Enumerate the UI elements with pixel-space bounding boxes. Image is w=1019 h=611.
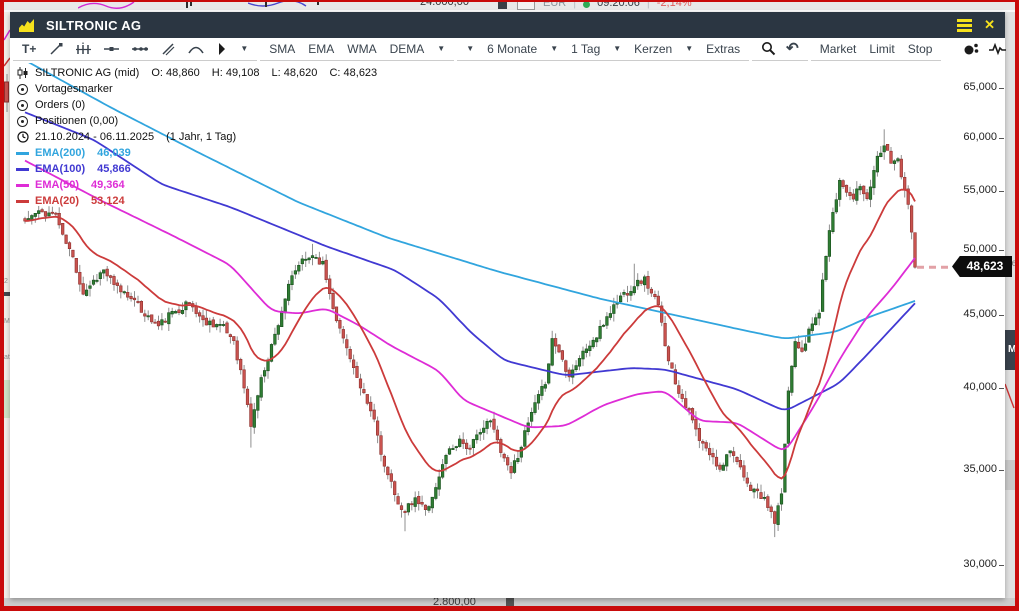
radio-icon — [17, 116, 28, 127]
background-window-right-fragment: de M — [1005, 12, 1015, 598]
dema-button[interactable]: DEMA — [390, 42, 425, 56]
screenshot-frame: 24.000,00 EUR | 09:20:06 | -2,14% 2 MII … — [0, 0, 1019, 611]
app-logo-icon — [18, 18, 36, 33]
red-annotation-border — [0, 0, 1019, 2]
open-value: O: 48,860 — [151, 67, 199, 79]
undo-icon[interactable]: ↶ — [786, 43, 799, 55]
sma-button[interactable]: SMA — [269, 42, 295, 56]
menu-icon[interactable] — [957, 19, 972, 32]
date-range: 21.10.2024 - 06.11.2025 — [35, 131, 154, 143]
market-order-button[interactable]: Market — [820, 42, 857, 56]
background-curve-fragment — [1005, 382, 1015, 412]
text-tool-button[interactable]: T+ — [22, 42, 36, 56]
orders-toggle[interactable]: Orders (0) — [16, 97, 386, 113]
positions-toggle[interactable]: Positionen (0,00) — [16, 113, 386, 129]
fibonacci-tool-icon[interactable] — [76, 42, 91, 56]
ohlc-row: SILTRONIC AG (mid) O: 48,860 H: 49,108 L… — [16, 65, 386, 81]
right-icons-group — [954, 41, 1015, 61]
horizontal-line-tool-icon[interactable] — [104, 42, 119, 56]
range-dropdown[interactable]: 6 Monate — [487, 42, 537, 56]
charttype-dropdown[interactable]: Kerzen — [634, 42, 672, 56]
chart-legend: SILTRONIC AG (mid) O: 48,860 H: 49,108 L… — [16, 65, 386, 209]
clock-icon — [16, 131, 29, 143]
ema50-legend[interactable]: EMA(50)49,364 — [16, 177, 386, 193]
close-value: C: 48,623 — [329, 67, 377, 79]
draw-tools-group: T+ ▼ — [13, 40, 257, 61]
horizontal-ray-tool-icon[interactable] — [132, 42, 148, 56]
ohlc-values: SILTRONIC AG (mid) O: 48,860 H: 49,108 L… — [35, 67, 386, 79]
extras-chevron-down-icon[interactable]: ▼ — [685, 44, 693, 53]
zoom-icon[interactable] — [761, 41, 776, 56]
background-tab-fragment: M — [1005, 330, 1015, 370]
wma-button[interactable]: WMA — [347, 42, 376, 56]
red-annotation-border — [0, 0, 4, 611]
high-value: H: 49,108 — [212, 67, 260, 79]
background-window-bottom-fragment: 2.800,00 — [0, 598, 1019, 606]
zoom-group: ↶ — [752, 40, 808, 61]
ma-chevron-down-icon[interactable]: ▼ — [437, 44, 445, 53]
ema20-legend[interactable]: EMA(20)53,124 — [16, 193, 386, 209]
ema200-legend[interactable]: EMA(200)46,039 — [16, 145, 386, 161]
last-price-tag: 48,623 — [952, 256, 1012, 277]
interval-chevron-down-icon[interactable]: ▼ — [550, 44, 558, 53]
live-status-dot — [583, 1, 590, 8]
freehand-tool-icon[interactable] — [161, 42, 175, 56]
ema100-color-swatch — [16, 168, 29, 171]
close-icon[interactable]: ✕ — [984, 17, 995, 33]
arc-tool-icon[interactable] — [188, 42, 204, 56]
ema-line-20 — [25, 190, 915, 479]
background-icon-fragment — [506, 598, 514, 606]
ema-button[interactable]: EMA — [308, 42, 334, 56]
window-title: SILTRONIC AG — [46, 18, 141, 33]
stop-order-button[interactable]: Stop — [908, 42, 933, 56]
ema200-color-swatch — [16, 152, 29, 155]
date-range-row: 21.10.2024 - 06.11.2025 (1 Jahr, 1 Tag) — [16, 129, 386, 145]
vortagesmarker-toggle[interactable]: Vortagesmarker — [16, 81, 386, 97]
radio-icon — [17, 100, 28, 111]
symbol-label: SILTRONIC AG (mid) — [35, 67, 139, 79]
pulse-icon[interactable] — [989, 42, 1006, 56]
draw-tools-chevron-down-icon[interactable]: ▼ — [240, 44, 248, 53]
order-buttons-group: Market Limit Stop — [811, 40, 942, 61]
orders-bubbles-icon[interactable] — [963, 42, 979, 56]
flag-tool-icon[interactable] — [217, 42, 227, 56]
interval-note: (1 Jahr, 1 Tag) — [166, 131, 236, 143]
ema50-color-swatch — [16, 184, 29, 187]
low-value: L: 48,620 — [272, 67, 318, 79]
limit-order-button[interactable]: Limit — [869, 42, 894, 56]
toolbar: T+ ▼ SMA EMA WMA DEMA ▼ ▼ 6 Monate ▼ — [10, 38, 1005, 64]
radio-icon — [17, 84, 28, 95]
extras-dropdown[interactable]: Extras — [706, 42, 740, 56]
range-chevron-down-icon[interactable]: ▼ — [466, 44, 474, 53]
red-annotation-border — [1015, 0, 1019, 611]
range-interval-group: ▼ 6 Monate ▼ 1 Tag ▼ Kerzen ▼ Extras — [457, 40, 749, 61]
moving-average-group: SMA EMA WMA DEMA ▼ — [260, 40, 454, 61]
background-axis-value: 2.800,00 — [433, 598, 476, 606]
charttype-chevron-down-icon[interactable]: ▼ — [613, 44, 621, 53]
chart-area: SILTRONIC AG (mid) O: 48,860 H: 49,108 L… — [10, 63, 1005, 598]
interval-dropdown[interactable]: 1 Tag — [571, 42, 600, 56]
red-annotation-border — [0, 606, 1019, 611]
ema20-color-swatch — [16, 200, 29, 203]
window-titlebar[interactable]: SILTRONIC AG ✕ — [10, 12, 1005, 38]
chart-window: SILTRONIC AG ✕ T+ ▼ SMA EMA WMA — [10, 12, 1005, 598]
trendline-tool-icon[interactable] — [49, 42, 63, 56]
candlestick-icon — [16, 67, 29, 79]
ema100-legend[interactable]: EMA(100)45,866 — [16, 161, 386, 177]
background-block-fragment — [1005, 460, 1015, 490]
